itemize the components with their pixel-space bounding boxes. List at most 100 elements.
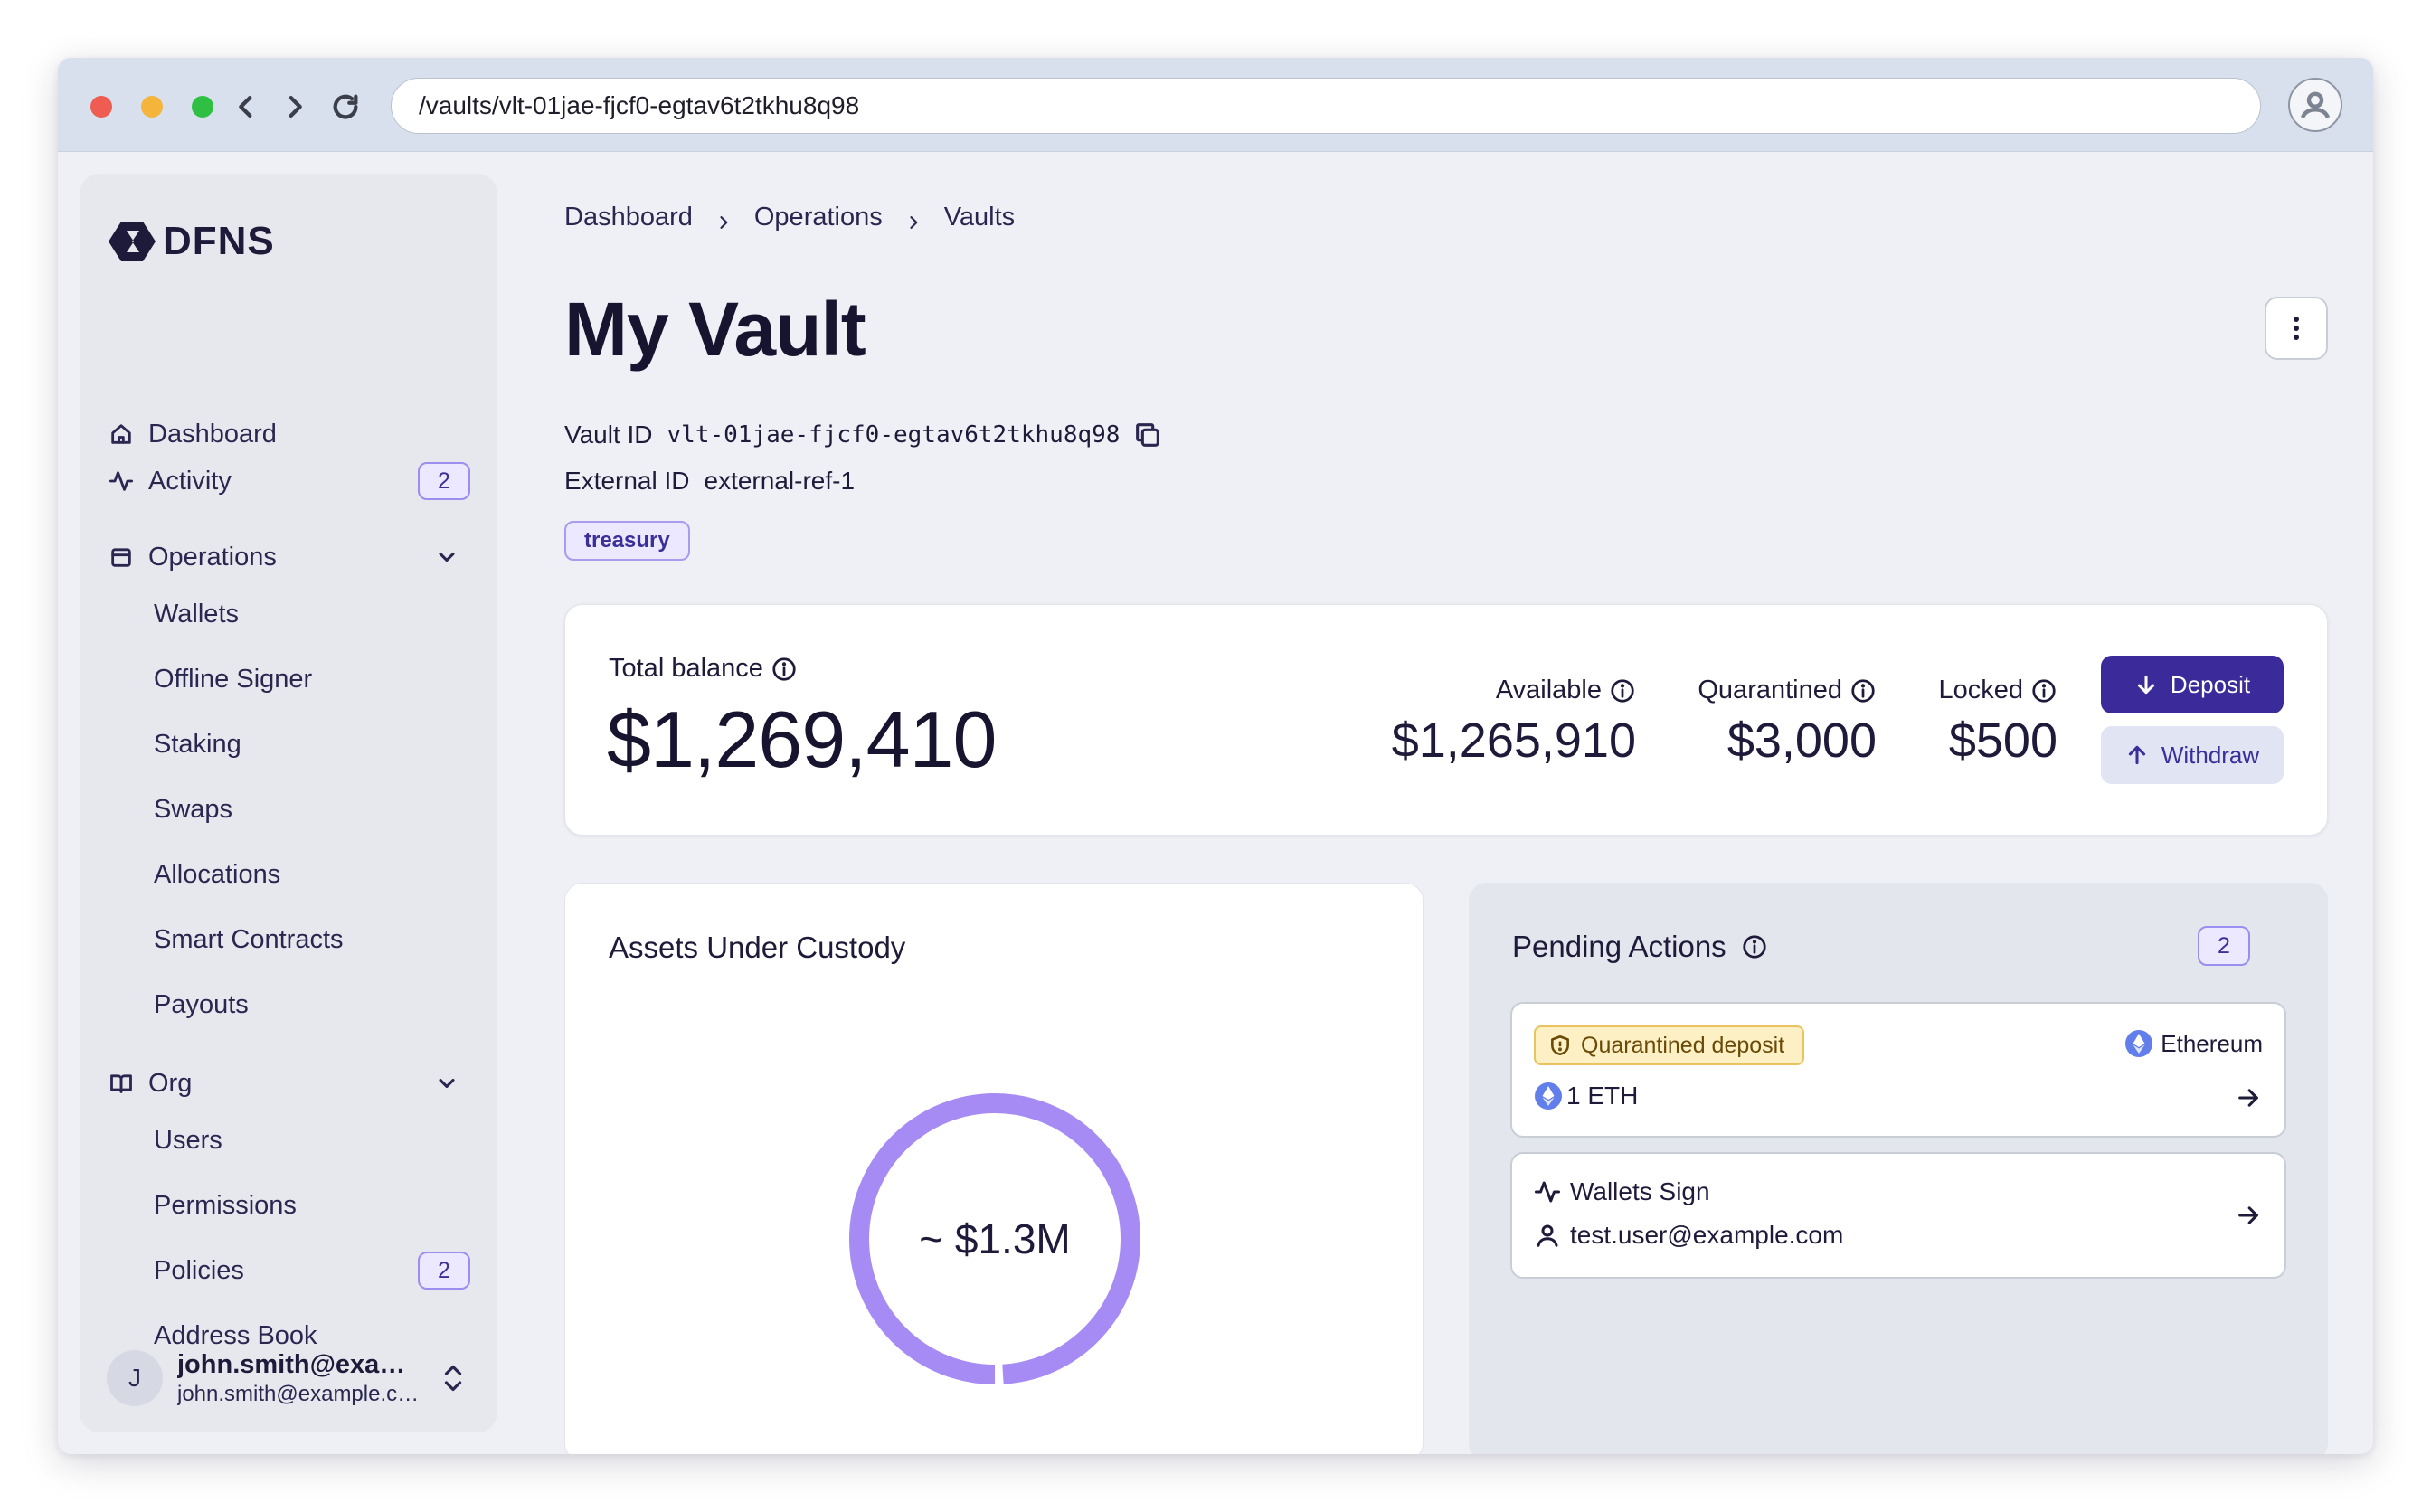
browser-window: /vaults/vlt-01jae-fjcf0-egtav6t2tkhu8q98… <box>58 58 2373 1454</box>
treasury-tag: treasury <box>564 521 690 561</box>
sidebar-item-activity[interactable]: Activity 2 <box>107 458 470 505</box>
deposit-button[interactable]: Deposit <box>2101 656 2284 713</box>
available-stat: Available $1,265,910 <box>1392 676 1636 769</box>
vault-id-value: vlt-01jae-fjcf0-egtav6t2tkhu8q98 <box>667 421 1121 449</box>
external-id-row: External ID external-ref-1 <box>564 467 855 496</box>
dfns-logo[interactable]: DFNS <box>107 219 275 264</box>
quarantined-stat: Quarantined $3,000 <box>1698 676 1877 769</box>
chevron-left-icon <box>239 95 252 118</box>
chevron-right-icon <box>289 95 302 118</box>
withdraw-label: Withdraw <box>2161 741 2260 769</box>
address-bar[interactable]: /vaults/vlt-01jae-fjcf0-egtav6t2tkhu8q98 <box>391 78 2261 134</box>
maximize-window-button[interactable] <box>192 96 213 118</box>
sidebar-item-offline-signer[interactable]: Offline Signer <box>154 657 470 702</box>
withdraw-button[interactable]: Withdraw <box>2101 726 2284 784</box>
quarantined-deposit-badge: Quarantined deposit <box>1534 1025 1805 1065</box>
back-button[interactable] <box>226 87 266 127</box>
sidebar-item-swaps[interactable]: Swaps <box>154 787 470 832</box>
avatar: J <box>107 1350 163 1406</box>
deposit-label: Deposit <box>2170 670 2251 698</box>
sidebar-item-permissions[interactable]: Permissions <box>154 1183 470 1228</box>
arrow-down-icon <box>2137 675 2155 695</box>
info-icon[interactable] <box>771 656 798 683</box>
chevron-down-icon[interactable] <box>434 1071 459 1096</box>
wallets-sign-text: Wallets Sign <box>1570 1177 1710 1205</box>
pending-action-wallets-sign[interactable]: Wallets Sign test.user@example.com <box>1510 1152 2286 1279</box>
more-options-button[interactable] <box>2265 297 2328 360</box>
pending-title-text: Pending Actions <box>1512 930 1726 963</box>
shield-alert-icon <box>1551 1035 1569 1056</box>
more-vertical-icon <box>2294 317 2299 340</box>
sidebar-item-operations[interactable]: Operations <box>107 534 470 581</box>
deposit-amount: 1 ETH <box>1534 1082 1638 1110</box>
user-name: john.smith@example.com <box>177 1349 421 1379</box>
total-balance-value: $1,269,410 <box>607 695 997 784</box>
pending-action-quarantined-deposit[interactable]: Quarantined deposit Ethereum 1 ETH <box>1510 1002 2286 1138</box>
browser-titlebar: /vaults/vlt-01jae-fjcf0-egtav6t2tkhu8q98 <box>58 58 2373 152</box>
quarantined-label: Quarantined <box>1698 676 1842 704</box>
activity-icon <box>1535 1181 1560 1203</box>
close-window-button[interactable] <box>90 96 112 118</box>
quarantined-deposit-text: Quarantined deposit <box>1581 1032 1785 1058</box>
activity-count-badge: 2 <box>418 462 470 500</box>
info-icon[interactable] <box>1849 677 1877 704</box>
total-balance-label-text: Total balance <box>609 654 763 683</box>
wallets-sign-user: test.user@example.com <box>1534 1221 1843 1250</box>
info-icon[interactable] <box>1609 677 1636 704</box>
assets-card: Assets Under Custody ~ $1.3M <box>564 883 1424 1454</box>
available-label: Available <box>1495 676 1602 704</box>
total-balance-label: Total balance <box>609 654 798 684</box>
sidebar-item-wallets[interactable]: Wallets <box>154 591 470 637</box>
arrow-right-icon <box>2236 1085 2261 1110</box>
chain-label: Ethereum <box>2124 1029 2263 1058</box>
ethereum-icon <box>2125 1030 2153 1057</box>
sidebar-item-staking[interactable]: Staking <box>154 722 470 767</box>
vault-id-row: Vault ID vlt-01jae-fjcf0-egtav6t2tkhu8q9… <box>564 420 1163 450</box>
wallets-sign-user-text: test.user@example.com <box>1570 1221 1844 1249</box>
sidebar-item-org[interactable]: Org <box>107 1060 470 1107</box>
sidebar-item-payouts[interactable]: Payouts <box>154 982 470 1027</box>
vault-id-label: Vault ID <box>564 421 653 449</box>
locked-stat: Locked $500 <box>1938 676 2057 769</box>
sidebar-item-dashboard[interactable]: Dashboard <box>107 411 470 458</box>
sidebar-item-smart-contracts[interactable]: Smart Contracts <box>154 917 470 962</box>
sidebar-item-users[interactable]: Users <box>154 1118 470 1163</box>
policies-count-badge: 2 <box>418 1252 470 1290</box>
user-icon <box>1537 1224 1558 1247</box>
sidebar-item-label: Operations <box>148 542 277 572</box>
reload-icon <box>333 94 358 119</box>
breadcrumb-vaults[interactable]: Vaults <box>944 203 1015 232</box>
chevron-down-icon[interactable] <box>434 544 459 570</box>
reload-button[interactable] <box>326 87 365 127</box>
sidebar-item-label: Org <box>148 1068 193 1098</box>
locked-label: Locked <box>1938 676 2023 704</box>
user-circle-icon <box>2300 91 2331 118</box>
external-id-value: external-ref-1 <box>704 467 856 495</box>
info-icon[interactable] <box>1741 933 1768 960</box>
book-icon <box>107 1069 136 1098</box>
breadcrumb: Dashboard Operations Vaults <box>564 203 1015 232</box>
user-email: john.smith@example.com <box>177 1381 421 1406</box>
sidebar-item-label: Activity <box>148 466 232 496</box>
info-icon[interactable] <box>2030 677 2057 704</box>
logo-text: DFNS <box>163 219 275 263</box>
sidebar-item-allocations[interactable]: Allocations <box>154 852 470 897</box>
minimize-window-button[interactable] <box>141 96 163 118</box>
sidebar: DFNS Dashboard Activity 2 Operations Wal… <box>80 174 497 1432</box>
locked-value: $500 <box>1948 713 2057 768</box>
user-menu[interactable]: J john.smith@example.com john.smith@exam… <box>107 1344 470 1413</box>
address-url: /vaults/vlt-01jae-fjcf0-egtav6t2tkhu8q98 <box>419 91 860 119</box>
sidebar-item-policies[interactable]: Policies 2 <box>154 1248 470 1293</box>
pending-title: Pending Actions <box>1512 930 1768 964</box>
external-id-label: External ID <box>564 467 690 495</box>
arrow-up-icon <box>2128 745 2145 765</box>
balance-card: Total balance $1,269,410 Available $1,26… <box>564 604 2328 836</box>
assets-total-label: ~ $1.3M <box>919 1215 1071 1262</box>
breadcrumb-operations[interactable]: Operations <box>754 203 883 232</box>
breadcrumb-dashboard[interactable]: Dashboard <box>564 203 693 232</box>
browser-profile-button[interactable] <box>2288 78 2342 132</box>
copy-icon[interactable] <box>1132 420 1163 450</box>
chevron-right-icon <box>714 209 733 229</box>
chevrons-up-down-icon[interactable] <box>440 1360 467 1396</box>
forward-button[interactable] <box>275 87 315 127</box>
